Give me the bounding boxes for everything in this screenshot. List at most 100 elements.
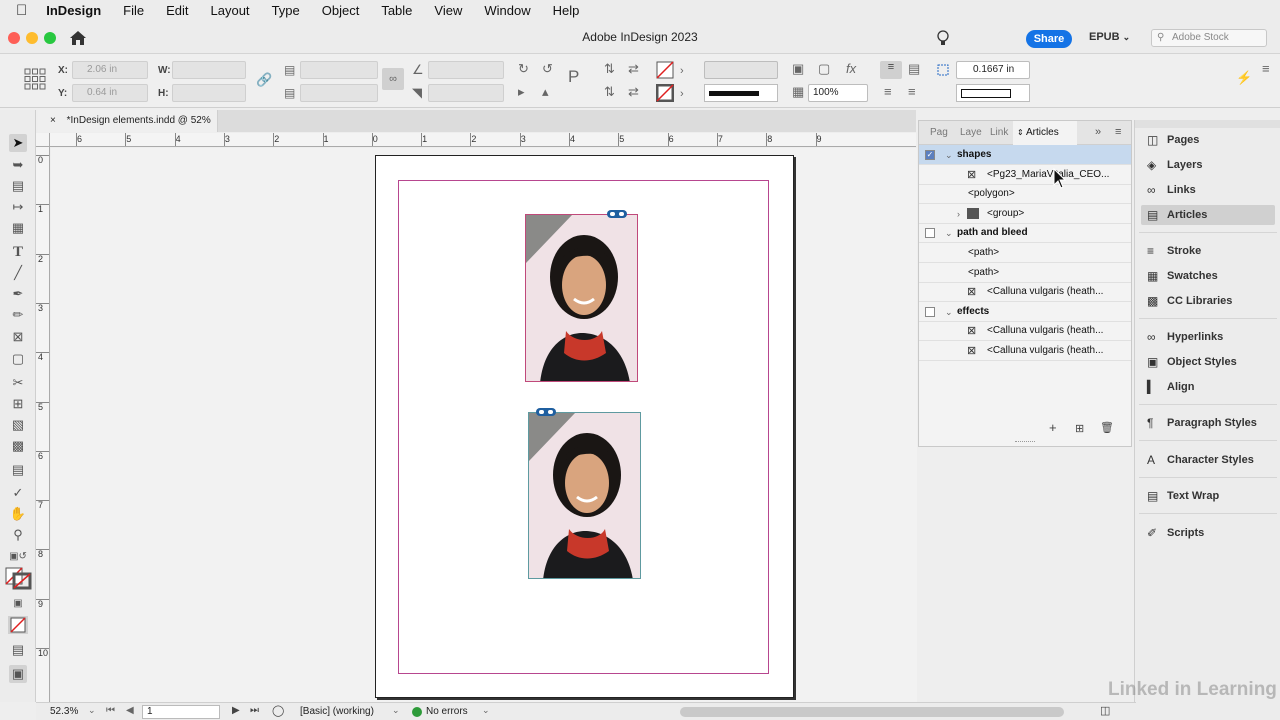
- vertical-ruler[interactable]: 0 1 2 3 4 5 6 7 8 9 10: [36, 147, 50, 702]
- frame-content-icon[interactable]: ▢: [818, 62, 830, 76]
- zoom-chevron-icon[interactable]: ⌄: [88, 705, 96, 716]
- preview-mode-icon[interactable]: ▤: [9, 641, 27, 659]
- scale-x-field[interactable]: [300, 61, 378, 79]
- pen-tool-icon[interactable]: ✒: [9, 285, 27, 303]
- panel-overflow-icon[interactable]: »: [1095, 126, 1101, 138]
- dock-item-swatches[interactable]: ▦ Swatches: [1141, 266, 1275, 286]
- quick-actions-icon[interactable]: ⚡: [1236, 71, 1252, 85]
- dock-item-pages[interactable]: ◫ Pages: [1141, 130, 1275, 150]
- content-collector-icon[interactable]: ▦: [9, 219, 27, 237]
- gap-tool-icon[interactable]: ↦: [9, 198, 27, 216]
- tab-links[interactable]: Link: [990, 127, 1008, 138]
- select-next-icon[interactable]: ⇄: [628, 85, 639, 99]
- paragraph-p-icon[interactable]: P: [568, 68, 579, 85]
- y-field[interactable]: 0.64 in: [72, 84, 148, 102]
- tab-articles[interactable]: ⇕ Articles: [1013, 121, 1077, 145]
- dock-item-articles[interactable]: ▤ Articles: [1141, 205, 1275, 225]
- dock-item-links[interactable]: ∞ Links: [1141, 180, 1275, 200]
- preflight-errors[interactable]: No errors: [426, 706, 468, 717]
- zoom-level[interactable]: 52.3%: [50, 706, 78, 717]
- apple-menu-icon[interactable]: : [0, 0, 35, 22]
- align-top-icon[interactable]: ≡: [884, 85, 892, 99]
- article-item-row[interactable]: <path>: [919, 243, 1131, 263]
- type-tool-icon[interactable]: T: [9, 243, 27, 261]
- direct-selection-tool-icon[interactable]: ➥: [9, 156, 27, 174]
- disclosure-chevron-icon[interactable]: ⌄: [945, 223, 953, 243]
- menu-window[interactable]: Window: [473, 0, 541, 22]
- menu-file[interactable]: File: [112, 0, 155, 22]
- gradient-tool-icon[interactable]: ▧: [9, 416, 27, 434]
- dock-item-paragraph-styles[interactable]: ¶ Paragraph Styles: [1141, 413, 1275, 433]
- text-wrap-none-button[interactable]: ≡: [880, 61, 902, 79]
- document-tab[interactable]: × *InDesign elements.indd @ 52%: [38, 110, 218, 132]
- rotation-field[interactable]: [428, 61, 504, 79]
- article-item-row[interactable]: › <group>: [919, 204, 1131, 224]
- rectangle-frame-tool-icon[interactable]: ⊠: [9, 328, 27, 346]
- article-item-row[interactable]: <polygon>: [919, 184, 1131, 205]
- constrain-scale-button[interactable]: ∞: [382, 68, 404, 90]
- horizontal-ruler[interactable]: 6 5 4 3 2 1 0 1 2 3 4 5 6 7 8 9: [50, 133, 916, 147]
- stroke-none-icon[interactable]: [656, 84, 674, 102]
- dock-item-align[interactable]: ▍ Align: [1141, 377, 1275, 397]
- menu-app[interactable]: InDesign: [35, 0, 112, 22]
- flip-vertical-icon[interactable]: ▴: [542, 85, 549, 99]
- rectangle-tool-icon[interactable]: ▢: [9, 350, 27, 368]
- article-export-checkbox[interactable]: ✓: [925, 150, 935, 160]
- dock-item-cc-libraries[interactable]: ▩ CC Libraries: [1141, 291, 1275, 311]
- panel-menu-icon[interactable]: ≡: [1115, 126, 1121, 138]
- fill-none-icon[interactable]: [656, 61, 674, 79]
- article-row[interactable]: ⌄ effects: [919, 302, 1131, 322]
- menu-view[interactable]: View: [423, 0, 473, 22]
- errors-chevron-icon[interactable]: ⌄: [482, 705, 490, 716]
- wrap-around-icon[interactable]: ▤: [908, 62, 920, 76]
- flip-horizontal-icon[interactable]: ▸: [518, 85, 525, 99]
- tab-pages[interactable]: Pag: [930, 127, 948, 138]
- stroke-style-select[interactable]: [956, 84, 1030, 102]
- article-export-checkbox[interactable]: [925, 306, 935, 317]
- line-tool-icon[interactable]: ╱: [9, 264, 27, 282]
- screen-mode-icon[interactable]: ▣: [9, 665, 27, 683]
- dock-item-hyperlinks[interactable]: ∞ Hyperlinks: [1141, 327, 1275, 347]
- adobe-stock-search[interactable]: ⚲ Adobe Stock: [1151, 29, 1267, 47]
- article-row[interactable]: ⌄ path and bleed: [919, 223, 1131, 244]
- previous-page-icon[interactable]: ◀: [126, 705, 134, 716]
- add-article-icon[interactable]: +: [1049, 420, 1057, 435]
- next-page-icon[interactable]: ▶: [232, 705, 240, 716]
- chevron-right-icon[interactable]: ›: [680, 64, 684, 78]
- menu-edit[interactable]: Edit: [155, 0, 199, 22]
- share-button[interactable]: Share: [1026, 30, 1072, 48]
- article-export-checkbox[interactable]: [925, 228, 935, 239]
- constrain-proportions-icon[interactable]: 🔗: [256, 73, 272, 87]
- select-container-icon[interactable]: ⇅: [604, 62, 615, 76]
- dock-item-character-styles[interactable]: A Character Styles: [1141, 450, 1275, 470]
- offset-field[interactable]: 0.1667 in: [956, 61, 1030, 79]
- link-icon[interactable]: [535, 407, 557, 417]
- profile-chevron-icon[interactable]: ⌄: [392, 705, 400, 716]
- opacity-field[interactable]: 100%: [808, 84, 868, 102]
- hand-tool-icon[interactable]: ✋: [9, 505, 27, 523]
- free-transform-tool-icon[interactable]: ⊞: [9, 395, 27, 413]
- shear-field[interactable]: [428, 84, 504, 102]
- first-page-icon[interactable]: ⏮: [106, 705, 115, 716]
- ruler-origin[interactable]: [36, 133, 50, 147]
- article-row[interactable]: ✓ ⌄ shapes: [919, 145, 1131, 165]
- scissors-tool-icon[interactable]: ✂: [9, 374, 27, 392]
- close-tab-icon[interactable]: ×: [50, 115, 56, 126]
- menu-object[interactable]: Object: [311, 0, 371, 22]
- resize-grip[interactable]: [1015, 441, 1035, 443]
- w-field[interactable]: [172, 61, 246, 79]
- effects-fx-icon[interactable]: fx: [846, 62, 856, 76]
- rotate-ccw-icon[interactable]: ↺: [542, 62, 553, 76]
- zoom-tool-icon[interactable]: ⚲: [9, 526, 27, 544]
- horizontal-scrollbar[interactable]: [680, 707, 1064, 717]
- dock-item-layers[interactable]: ◈ Layers: [1141, 155, 1275, 175]
- formatting-container-icon[interactable]: ▣ T: [9, 595, 27, 627]
- delete-icon[interactable]: 🗑: [1100, 421, 1114, 434]
- h-field[interactable]: [172, 84, 246, 102]
- page-number-field[interactable]: 1: [142, 705, 220, 719]
- disclosure-chevron-icon[interactable]: ⌄: [945, 145, 953, 165]
- article-item-row[interactable]: ⊠ <Calluna vulgaris (heath...: [919, 341, 1131, 361]
- photo-frame-polygon[interactable]: [525, 214, 638, 382]
- dock-item-object-styles[interactable]: ▣ Object Styles: [1141, 352, 1275, 372]
- eyedropper-tool-icon[interactable]: ✓: [9, 484, 27, 502]
